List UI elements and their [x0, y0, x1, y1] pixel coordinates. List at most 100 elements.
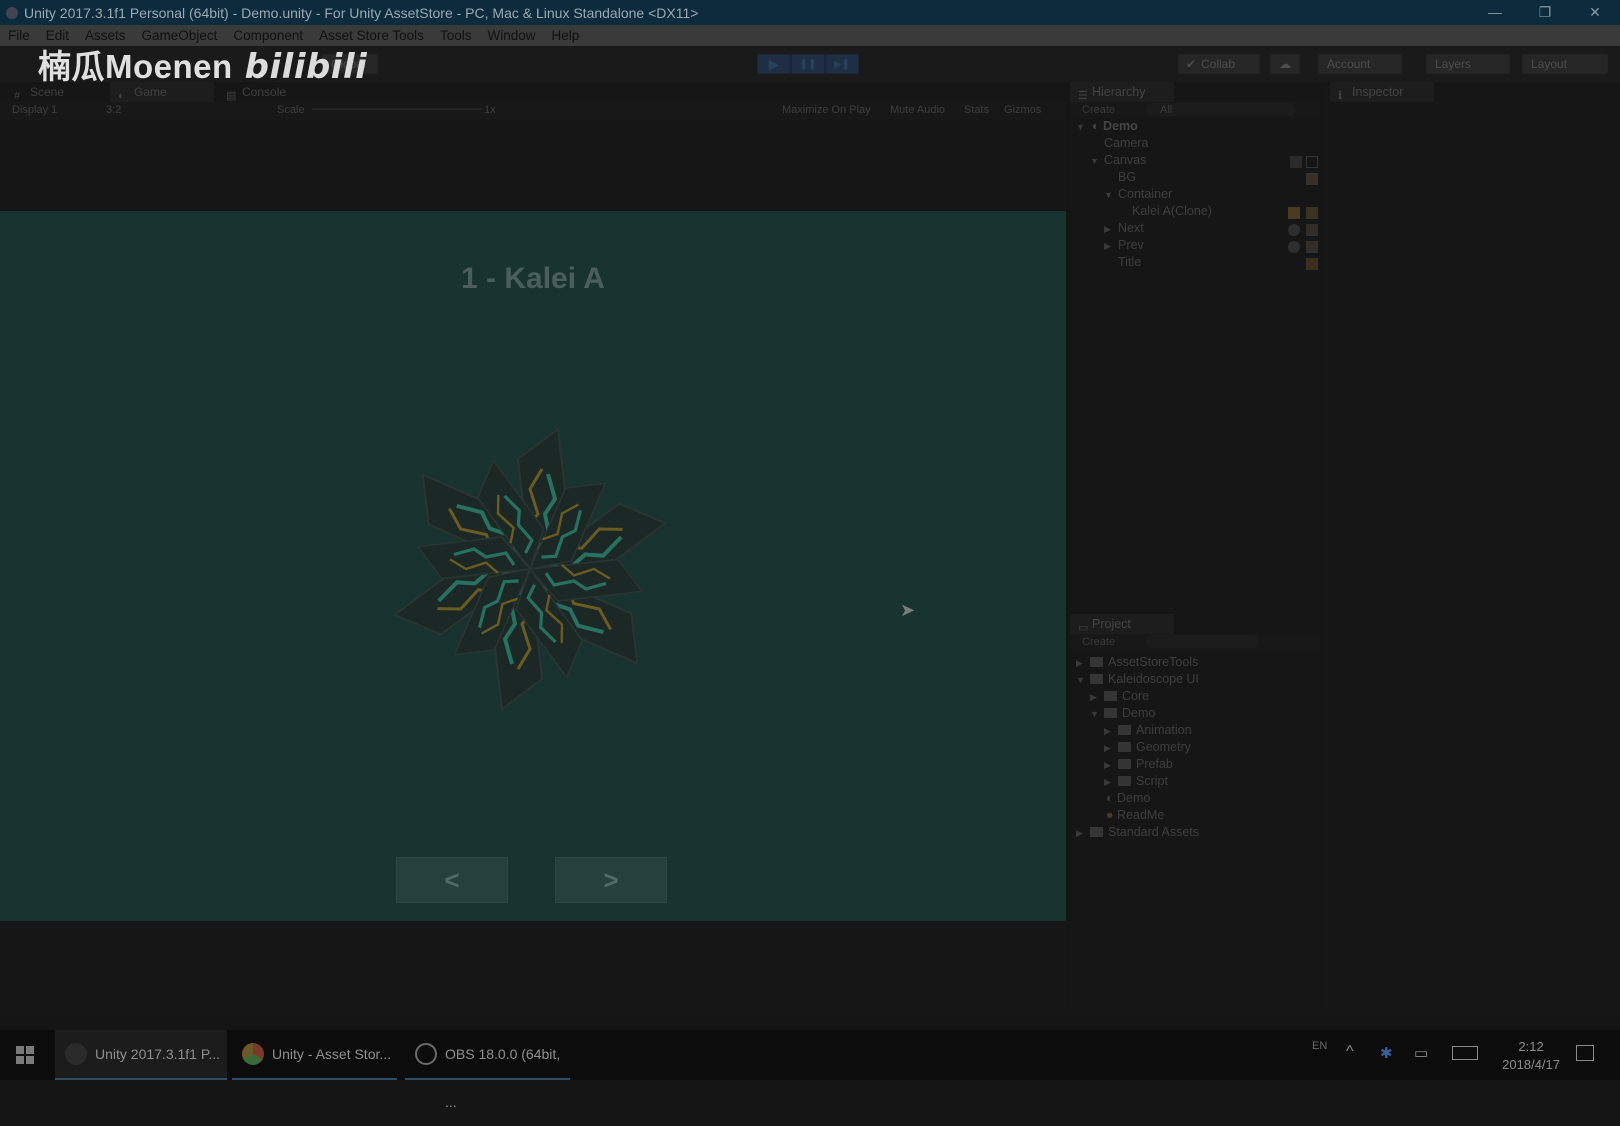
maximize-on-play-toggle[interactable]: Maximize On Play [782, 104, 871, 116]
hierarchy-item-bg[interactable]: BG [1118, 170, 1136, 184]
layers-dropdown[interactable]: Layers [1426, 54, 1510, 74]
collapse-arrow-icon[interactable]: ▶ [1076, 828, 1083, 839]
menu-window[interactable]: Window [479, 28, 543, 43]
play-icon: ▶ [768, 55, 780, 72]
tab-hierarchy[interactable]: ☰ Hierarchy [1070, 82, 1174, 102]
collab-dropdown[interactable]: ✔ Collab [1178, 54, 1260, 74]
project-search-input[interactable] [1146, 635, 1258, 648]
project-item-label: Standard Assets [1108, 825, 1200, 839]
collapse-arrow-icon[interactable]: ▶ [1104, 760, 1111, 771]
next-button[interactable]: > [555, 857, 667, 903]
project-toolbar: Create [1070, 634, 1320, 650]
collapse-arrow-icon[interactable]: ▶ [1104, 224, 1111, 235]
expand-arrow-icon[interactable]: ▼ [1104, 190, 1113, 200]
menu-tools[interactable]: Tools [432, 28, 480, 43]
hierarchy-item-prev[interactable]: Prev [1118, 238, 1144, 252]
pause-button[interactable]: ❚❚ [791, 54, 825, 74]
game-view-toolbar: Display 1 3:2 Scale 1x Maximize On Play … [0, 102, 1066, 120]
collapse-arrow-icon[interactable]: ▶ [1104, 241, 1111, 252]
scene-name: Demo [1103, 119, 1138, 133]
expand-arrow-icon[interactable]: ▼ [1090, 156, 1099, 166]
expand-arrow-icon[interactable]: ▼ [1076, 675, 1085, 685]
collapse-arrow-icon[interactable]: ▶ [1104, 726, 1111, 737]
inspector-panel: ℹ Inspector [1322, 82, 1620, 1012]
hierarchy-item-kalei-clone[interactable]: Kalei A(Clone) [1132, 204, 1212, 218]
chrome-icon: ● [1106, 808, 1118, 822]
unity-scene-icon: ◐ [1106, 791, 1118, 805]
project-item-core[interactable]: Core [1104, 689, 1149, 703]
project-panel: ▭ Project Create ▶ AssetStoreTools ▼ Kale… [1070, 614, 1320, 1012]
hierarchy-item-next[interactable]: Next [1118, 221, 1144, 235]
restore-button[interactable]: ❐ [1520, 0, 1570, 25]
taskbar-app-obs[interactable]: OBS 18.0.0 (64bit, ... [405, 1030, 570, 1110]
project-item-geometry[interactable]: Geometry [1118, 740, 1191, 754]
hierarchy-item-canvas[interactable]: Canvas [1104, 153, 1146, 167]
play-button[interactable]: ▶ [757, 54, 791, 74]
mouse-cursor-icon: ➤ [900, 600, 916, 620]
collapse-arrow-icon[interactable]: ▶ [1104, 743, 1111, 754]
menu-help[interactable]: Help [543, 28, 587, 43]
hierarchy-search-placeholder: All [1160, 104, 1173, 116]
tab-console[interactable]: ▤ Console [218, 82, 318, 102]
gizmos-dropdown[interactable]: Gizmos [1004, 104, 1041, 116]
unity-logo-icon [6, 6, 18, 19]
minimize-button[interactable]: — [1470, 0, 1520, 25]
tab-game[interactable]: ◐ Game [110, 82, 214, 102]
hierarchy-item-container[interactable]: Container [1118, 187, 1172, 201]
stats-toggle[interactable]: Stats [964, 104, 989, 116]
project-create-dropdown[interactable]: Create [1082, 636, 1115, 648]
project-item-label: Script [1136, 774, 1168, 788]
taskbar-app-chrome[interactable]: Unity - Asset Stor... [232, 1030, 397, 1080]
tab-scene[interactable]: # Scene [6, 82, 106, 102]
tab-project[interactable]: ▭ Project [1070, 614, 1174, 634]
expand-arrow-icon[interactable]: ▼ [1090, 709, 1099, 719]
clock-date: 2018/4/17 [1502, 1057, 1560, 1072]
project-item-demo-scene[interactable]: ◐ Demo [1106, 791, 1150, 805]
network-icon[interactable]: ▭ [1414, 1044, 1428, 1062]
bluetooth-icon[interactable]: ✱ [1380, 1044, 1393, 1062]
button-icon [1288, 224, 1300, 236]
project-item-animation[interactable]: Animation [1118, 723, 1192, 737]
collapse-arrow-icon[interactable]: ▶ [1104, 777, 1111, 788]
game-view[interactable] [0, 211, 1066, 921]
taskbar-app-label: Unity 2017.3.1f1 P... [95, 1046, 221, 1062]
account-dropdown[interactable]: Account [1318, 54, 1402, 74]
collapse-arrow-icon[interactable]: ▶ [1076, 658, 1083, 669]
scene-root[interactable]: ◐ Demo [1092, 119, 1138, 133]
menu-file[interactable]: File [0, 28, 38, 43]
language-indicator[interactable]: EN [1312, 1040, 1327, 1052]
image-icon [1306, 173, 1318, 185]
layout-dropdown[interactable]: Layout [1522, 54, 1608, 74]
tab-inspector[interactable]: ℹ Inspector [1330, 82, 1434, 102]
hierarchy-item-title[interactable]: Title [1118, 255, 1141, 269]
image-icon [1306, 224, 1318, 236]
collapse-arrow-icon[interactable]: ▶ [1090, 692, 1097, 703]
project-item-readme[interactable]: ● ReadMe [1106, 808, 1164, 822]
close-button[interactable]: ✕ [1570, 0, 1620, 25]
cloud-button[interactable]: ☁ [1270, 54, 1300, 74]
project-item-label: Demo [1117, 791, 1151, 805]
mute-audio-toggle[interactable]: Mute Audio [890, 104, 945, 116]
keyboard-icon[interactable] [1452, 1046, 1478, 1060]
hierarchy-panel: ☰ Hierarchy Create All ▼ ◐ Demo Camera ▼ … [1070, 82, 1320, 612]
project-item-kaleidoscope-ui[interactable]: Kaleidoscope UI [1090, 672, 1199, 686]
project-item-prefab[interactable]: Prefab [1118, 757, 1173, 771]
step-button[interactable]: ▶❚ [825, 54, 859, 74]
project-item-script[interactable]: Script [1118, 774, 1168, 788]
project-item-standard-assets[interactable]: Standard Assets [1090, 825, 1199, 839]
display-dropdown[interactable]: Display 1 [12, 104, 57, 116]
hierarchy-item-camera[interactable]: Camera [1104, 136, 1148, 150]
windows-start-icon[interactable] [16, 1046, 34, 1064]
project-item-assetstoretools[interactable]: AssetStoreTools [1090, 655, 1198, 669]
aspect-dropdown[interactable]: 3:2 [106, 104, 121, 116]
chevron-up-icon[interactable]: ^ [1346, 1043, 1354, 1061]
notification-icon[interactable] [1576, 1045, 1594, 1061]
taskbar-clock[interactable]: 2:12 2018/4/17 [1502, 1038, 1560, 1074]
hierarchy-create-dropdown[interactable]: Create [1082, 104, 1115, 116]
project-item-demo-folder[interactable]: Demo [1104, 706, 1155, 720]
taskbar-app-unity[interactable]: Unity 2017.3.1f1 P... [55, 1030, 227, 1080]
scale-slider[interactable] [312, 108, 482, 110]
collab-label: Collab [1201, 57, 1236, 71]
expand-arrow-icon[interactable]: ▼ [1076, 122, 1085, 132]
prev-button[interactable]: < [396, 857, 508, 903]
